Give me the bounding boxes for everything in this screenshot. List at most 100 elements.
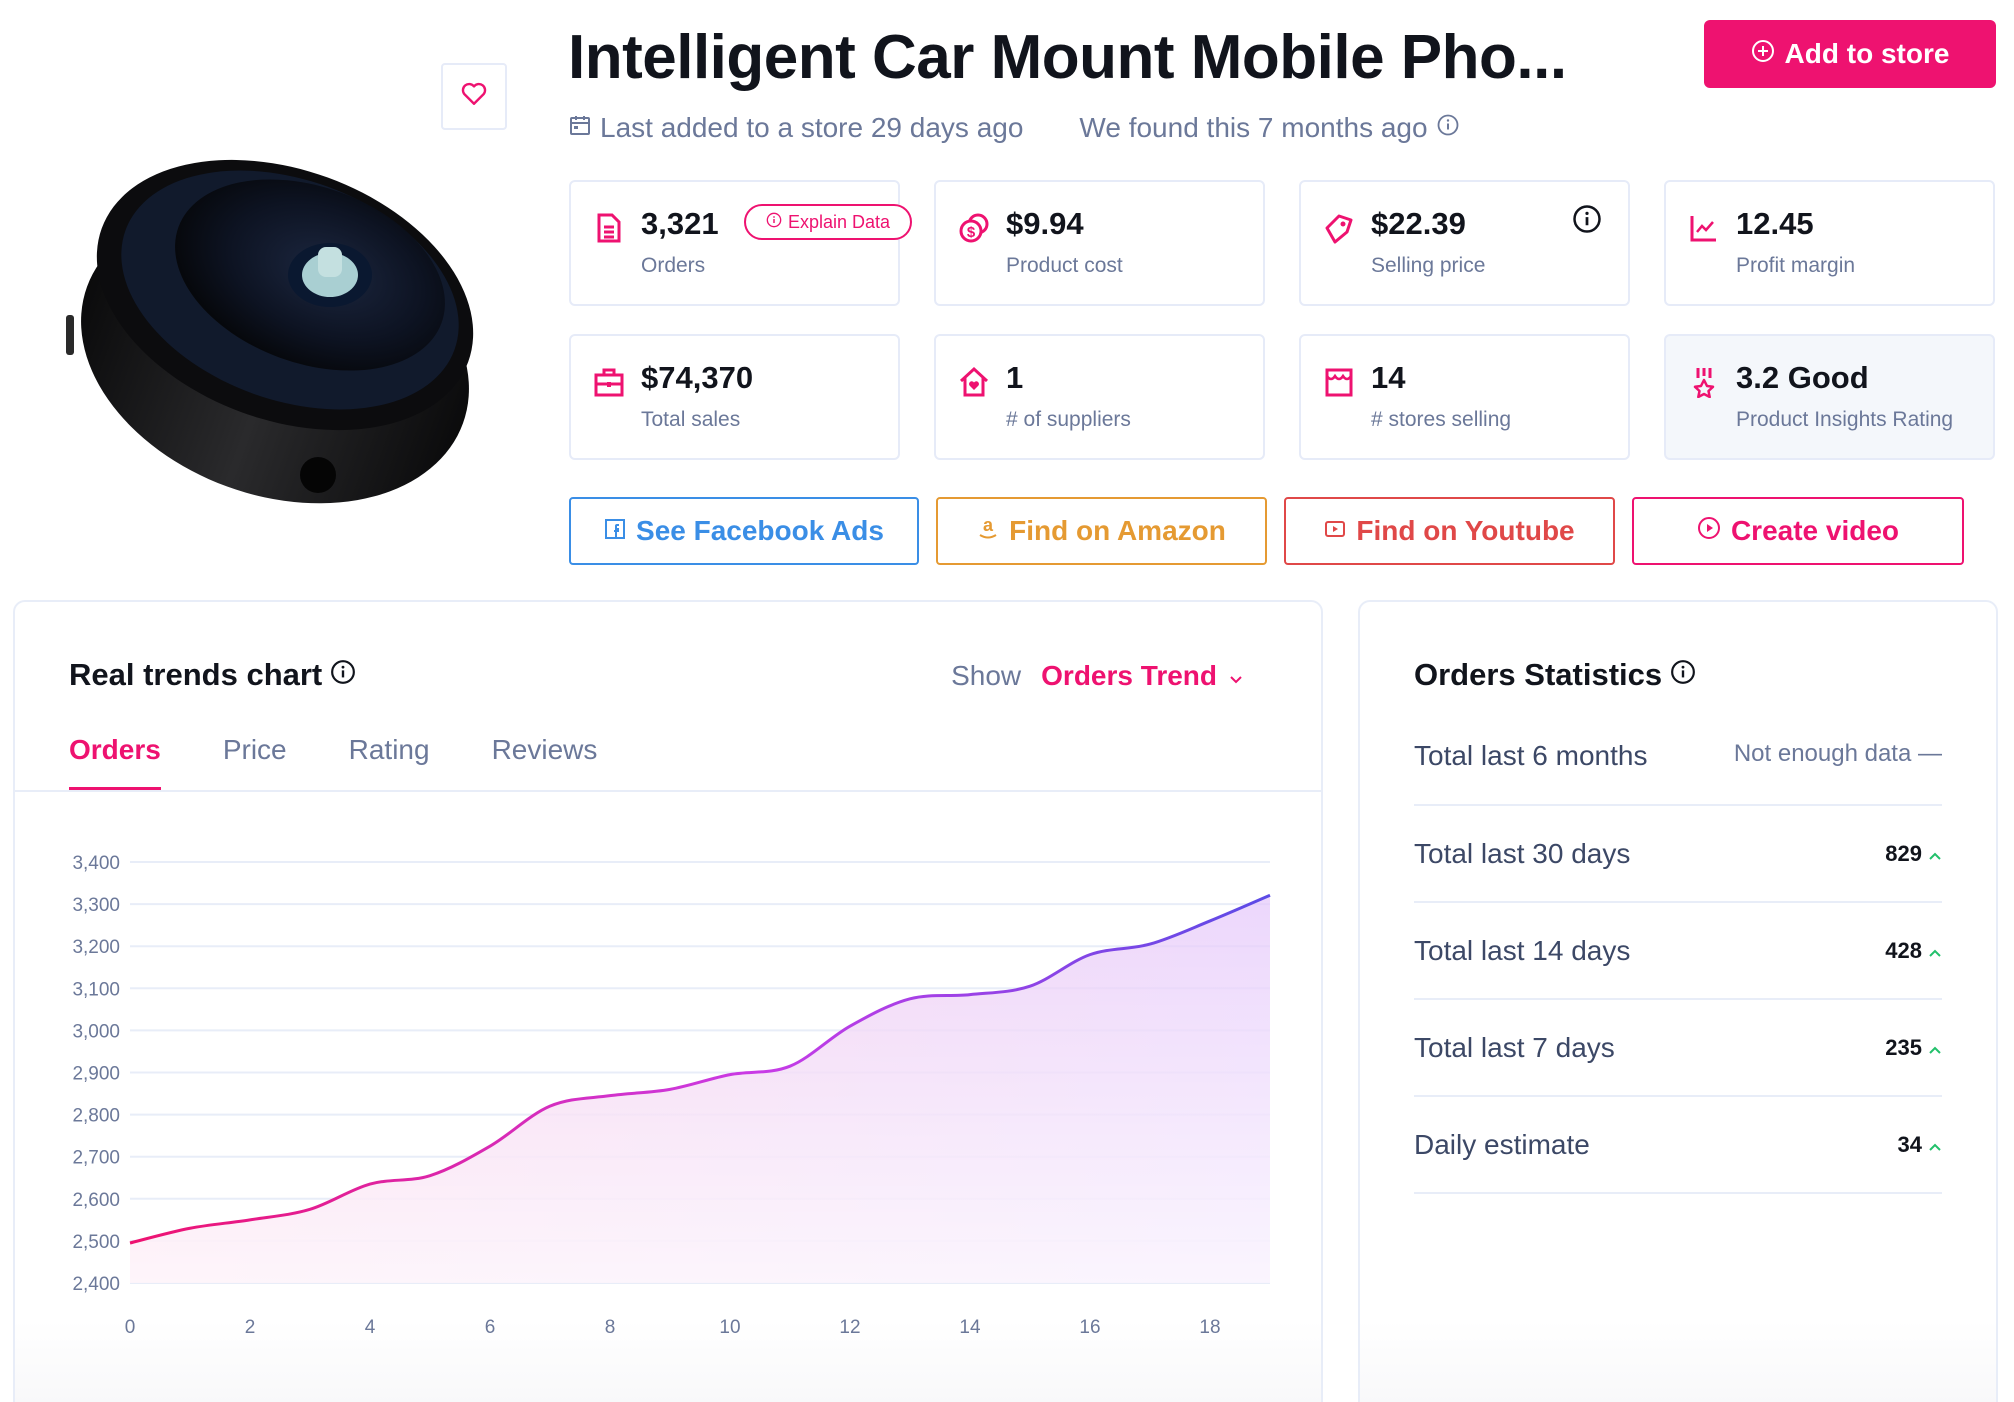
action-label: See Facebook Ads bbox=[636, 515, 884, 546]
tag-icon bbox=[1323, 212, 1355, 244]
y-tick-label: 2,700 bbox=[72, 1148, 120, 1169]
y-tick-label: 3,100 bbox=[72, 979, 120, 1000]
x-tick-label: 6 bbox=[485, 1317, 496, 1338]
youtube-icon bbox=[1324, 515, 1346, 547]
last-added-text: Last added to a store 29 days ago bbox=[600, 112, 1024, 143]
orders-statistics-title-text: Orders Statistics bbox=[1414, 657, 1663, 692]
stat-row-6-months: Total last 6 months Not enough data — bbox=[1414, 734, 1942, 806]
action-label: Find on Youtube bbox=[1356, 515, 1575, 546]
play-circle-icon bbox=[1697, 515, 1721, 547]
y-tick-label: 3,300 bbox=[72, 895, 120, 916]
chevron-up-icon bbox=[1928, 938, 1942, 964]
found-text: We found this 7 months ago bbox=[1079, 112, 1428, 143]
x-tick-label: 10 bbox=[719, 1317, 740, 1338]
x-tick-label: 12 bbox=[839, 1317, 860, 1338]
info-icon[interactable] bbox=[1670, 657, 1696, 693]
x-tick-label: 0 bbox=[125, 1317, 136, 1338]
svg-text:a: a bbox=[983, 515, 994, 535]
find-on-amazon-button[interactable]: a Find on Amazon bbox=[936, 497, 1267, 565]
x-tick-label: 4 bbox=[365, 1317, 376, 1338]
store-icon bbox=[1323, 366, 1355, 398]
trends-chart-card: Real trends chart Show Orders Trend Orde… bbox=[13, 600, 1323, 1402]
stat-label: Selling price bbox=[1371, 254, 1486, 277]
find-on-youtube-button[interactable]: Find on Youtube bbox=[1284, 497, 1615, 565]
row-value: Not enough data — bbox=[1733, 740, 1942, 767]
x-tick-label: 16 bbox=[1079, 1317, 1100, 1338]
stat-stores-selling: 14 # stores selling bbox=[1299, 334, 1630, 460]
x-tick-label: 14 bbox=[959, 1317, 981, 1338]
row-label: Total last 14 days bbox=[1414, 934, 1631, 966]
trend-icon bbox=[1688, 212, 1720, 244]
product-meta: Last added to a store 29 days ago We fou… bbox=[568, 112, 1460, 144]
plus-circle-icon bbox=[1751, 38, 1775, 70]
stat-product-rating: 3.2 Good Product Insights Rating bbox=[1664, 334, 1995, 460]
stat-label: Product Insights Rating bbox=[1736, 408, 1954, 431]
stat-value: 1 bbox=[1006, 360, 1024, 395]
stat-label: # stores selling bbox=[1371, 408, 1512, 431]
stat-profit-margin: 12.45 Profit margin bbox=[1664, 180, 1995, 306]
action-label: Find on Amazon bbox=[1009, 515, 1226, 546]
row-value-wrap: 235 bbox=[1885, 1035, 1942, 1061]
y-tick-label: 2,800 bbox=[72, 1106, 120, 1127]
x-tick-label: 2 bbox=[245, 1317, 256, 1338]
row-label: Total last 7 days bbox=[1414, 1031, 1615, 1063]
stat-label: # of suppliers bbox=[1006, 408, 1131, 431]
action-label: Create video bbox=[1730, 515, 1900, 546]
row-label: Total last 30 days bbox=[1414, 837, 1631, 869]
house-heart-icon bbox=[958, 366, 990, 398]
orders-statistics-list: Total last 6 months Not enough data — To… bbox=[1414, 734, 1942, 1194]
y-tick-label: 2,900 bbox=[72, 1064, 120, 1085]
info-icon[interactable] bbox=[1436, 112, 1460, 144]
stat-selling-price: $22.39 Selling price bbox=[1299, 180, 1630, 306]
calendar-icon bbox=[568, 112, 592, 144]
stat-value: 3.2 Good bbox=[1736, 360, 1869, 395]
y-tick-label: 2,600 bbox=[72, 1190, 120, 1211]
row-value-wrap: 428 bbox=[1885, 938, 1942, 964]
stats-grid: 3,321 Orders Explain Data $ $9.94 Produc… bbox=[569, 180, 1996, 460]
svg-text:$: $ bbox=[967, 224, 976, 241]
stat-label: Product cost bbox=[1006, 254, 1123, 277]
x-tick-label: 8 bbox=[605, 1317, 616, 1338]
external-actions: See Facebook Ads a Find on Amazon Find o… bbox=[569, 497, 1996, 565]
explain-data-label: Explain Data bbox=[788, 211, 891, 232]
row-value: 829 bbox=[1885, 840, 1922, 866]
info-icon[interactable] bbox=[1572, 204, 1602, 239]
stat-orders: 3,321 Orders Explain Data bbox=[569, 180, 913, 306]
stat-row-14-days: Total last 14 days 428 bbox=[1414, 903, 1942, 1000]
product-title: Intelligent Car Mount Mobile Pho... bbox=[568, 23, 1567, 92]
stat-value: 14 bbox=[1371, 360, 1406, 395]
row-value-wrap: 829 bbox=[1885, 841, 1942, 867]
facebook-icon bbox=[604, 515, 626, 547]
row-value: 428 bbox=[1885, 937, 1922, 963]
chevron-up-icon bbox=[1928, 1035, 1942, 1061]
stat-label: Orders bbox=[641, 254, 706, 277]
see-facebook-ads-button[interactable]: See Facebook Ads bbox=[569, 497, 919, 565]
orders-statistics-title: Orders Statistics bbox=[1414, 657, 1696, 693]
x-tick-label: 18 bbox=[1199, 1317, 1220, 1338]
y-tick-label: 3,000 bbox=[72, 1021, 120, 1042]
row-label: Daily estimate bbox=[1414, 1128, 1590, 1160]
orders-statistics-card: Orders Statistics Total last 6 months No… bbox=[1358, 600, 1998, 1402]
y-tick-label: 2,500 bbox=[72, 1232, 120, 1253]
row-value: 235 bbox=[1885, 1034, 1922, 1060]
stat-value: $9.94 bbox=[1006, 206, 1084, 241]
chevron-up-icon bbox=[1928, 841, 1942, 867]
row-label: Total last 6 months bbox=[1414, 740, 1648, 771]
stat-value: 12.45 bbox=[1736, 206, 1814, 241]
favorite-button[interactable] bbox=[441, 63, 507, 130]
chevron-up-icon bbox=[1928, 1132, 1942, 1158]
orders-trend-chart: 2,400 2,500 2,600 2,700 2,800 2,900 3,000 3,100… bbox=[72, 853, 1271, 1338]
explain-data-button[interactable]: Explain Data bbox=[744, 204, 913, 240]
create-video-button[interactable]: Create video bbox=[1632, 497, 1964, 565]
stat-suppliers: 1 # of suppliers bbox=[934, 334, 1265, 460]
y-tick-label: 3,400 bbox=[72, 853, 120, 874]
award-icon bbox=[1688, 366, 1720, 399]
stat-label: Profit margin bbox=[1736, 254, 1856, 277]
add-to-store-button[interactable]: Add to store bbox=[1704, 20, 1996, 88]
stat-label: Total sales bbox=[641, 408, 741, 431]
y-tick-label: 3,200 bbox=[72, 937, 120, 958]
stat-row-daily-estimate: Daily estimate 34 bbox=[1414, 1097, 1942, 1194]
document-icon bbox=[593, 212, 625, 244]
product-image bbox=[40, 115, 500, 525]
stat-total-sales: $74,370 Total sales bbox=[569, 334, 900, 460]
